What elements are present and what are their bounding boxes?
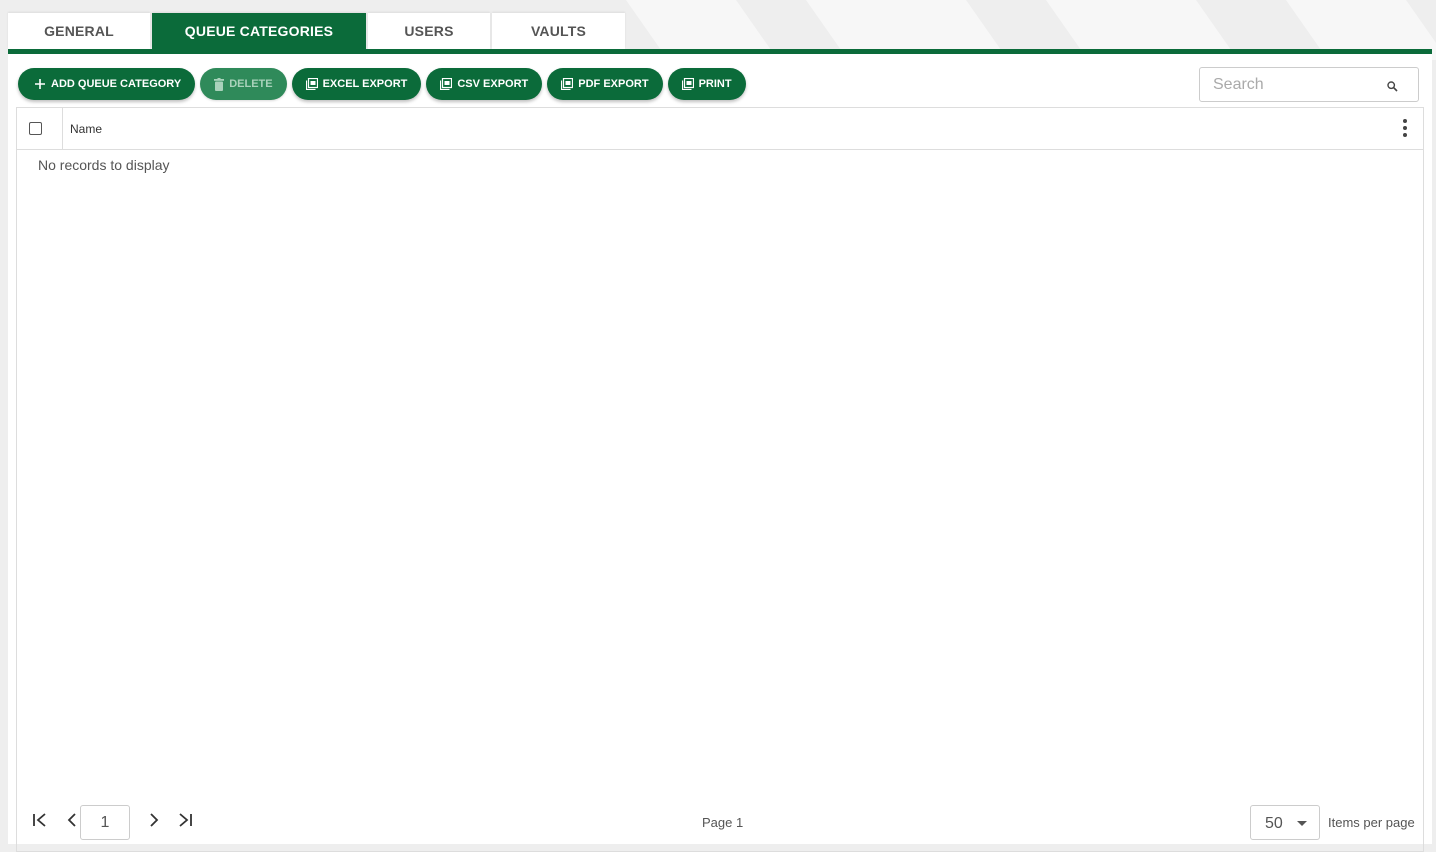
- search-icon[interactable]: [1387, 79, 1398, 97]
- grid-header: Name: [17, 108, 1423, 150]
- tab-bar: GENERAL QUEUE CATEGORIES USERS VAULTS: [8, 13, 627, 49]
- chevron-left-icon[interactable]: [64, 812, 80, 833]
- export-file-icon: [305, 78, 318, 90]
- empty-message: No records to display: [38, 157, 170, 173]
- export-file-icon: [561, 78, 574, 90]
- page-info: Page 1: [702, 815, 744, 830]
- tab-queue-categories[interactable]: QUEUE CATEGORIES: [152, 13, 366, 49]
- export-file-icon: [681, 78, 694, 90]
- csv-export-label: CSV EXPORT: [457, 78, 529, 90]
- csv-export-button[interactable]: CSV EXPORT: [426, 68, 543, 100]
- plus-icon: [34, 78, 46, 90]
- page-size-value: 50: [1265, 815, 1283, 832]
- last-page-icon[interactable]: [177, 812, 193, 833]
- export-file-icon: [440, 78, 453, 90]
- add-queue-category-button[interactable]: ADD QUEUE CATEGORY: [18, 68, 196, 100]
- tab-general[interactable]: GENERAL: [8, 13, 150, 49]
- select-all-checkbox[interactable]: [29, 122, 42, 135]
- search-input[interactable]: [1200, 68, 1393, 101]
- delete-button-label: DELETE: [229, 78, 273, 90]
- toolbar: ADD QUEUE CATEGORY DELETE EXCEL EXPORT C…: [18, 68, 751, 100]
- first-page-icon[interactable]: [32, 812, 48, 833]
- page-size-label: Items per page: [1328, 815, 1415, 830]
- tab-vaults[interactable]: VAULTS: [492, 13, 625, 49]
- excel-export-button[interactable]: EXCEL EXPORT: [291, 68, 422, 100]
- select-all-cell: [17, 108, 63, 149]
- print-button-label: PRINT: [698, 78, 732, 90]
- trash-icon: [214, 77, 225, 91]
- column-header-name[interactable]: Name: [70, 122, 102, 136]
- pdf-export-label: PDF EXPORT: [578, 78, 649, 90]
- data-grid: Name No records to display: [16, 107, 1424, 852]
- page-size-select[interactable]: 50: [1250, 805, 1320, 840]
- chevron-right-icon[interactable]: [146, 812, 162, 833]
- delete-button[interactable]: DELETE: [200, 68, 287, 100]
- print-button[interactable]: PRINT: [667, 68, 746, 100]
- queue-categories-panel: ADD QUEUE CATEGORY DELETE EXCEL EXPORT C…: [8, 49, 1432, 852]
- more-vertical-icon[interactable]: [1403, 119, 1407, 137]
- pdf-export-button[interactable]: PDF EXPORT: [547, 68, 663, 100]
- excel-export-label: EXCEL EXPORT: [322, 78, 408, 90]
- page-number-input[interactable]: [80, 805, 130, 840]
- caret-down-icon: [1297, 821, 1307, 826]
- add-button-label: ADD QUEUE CATEGORY: [51, 78, 182, 90]
- tab-users[interactable]: USERS: [368, 13, 490, 49]
- search-box: [1199, 67, 1419, 102]
- pagination: Page 1 50 Items per page: [16, 799, 1424, 843]
